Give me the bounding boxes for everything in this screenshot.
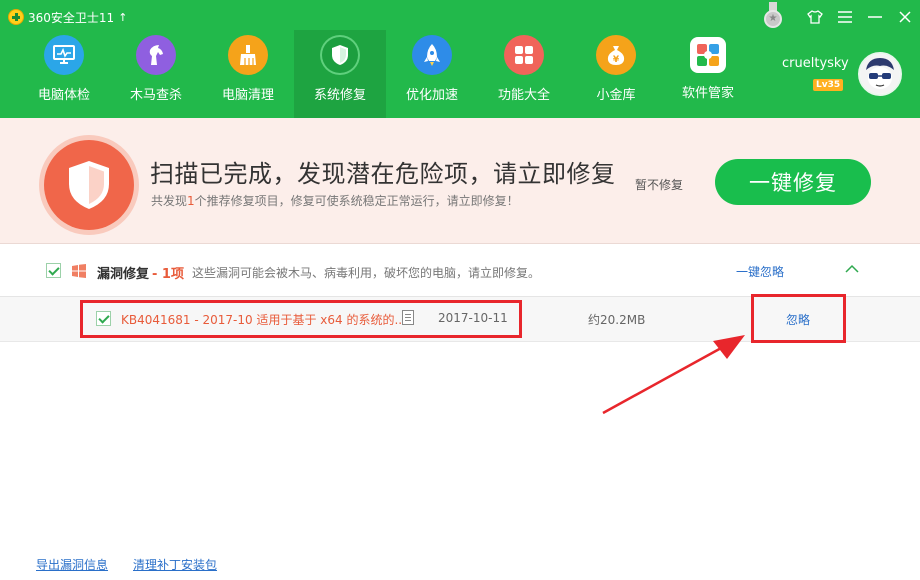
window-controls: ★ bbox=[762, 0, 920, 34]
chevron-up-icon[interactable] bbox=[843, 260, 861, 278]
patch-date: 2017-10-11 bbox=[438, 311, 508, 325]
section-checkbox[interactable] bbox=[46, 263, 61, 278]
nav-label: 优化加速 bbox=[405, 88, 458, 103]
nav-label: 软件管家 bbox=[681, 86, 734, 101]
nav-item-trojan[interactable]: 木马查杀 bbox=[110, 30, 202, 118]
horse-icon bbox=[136, 35, 176, 75]
shield-icon bbox=[320, 35, 360, 75]
user-name[interactable]: crueltysky bbox=[782, 56, 849, 71]
grid-icon bbox=[504, 35, 544, 75]
rocket-icon bbox=[412, 35, 452, 75]
close-icon[interactable] bbox=[890, 0, 920, 34]
nav-item-system-repair[interactable]: 系统修复 bbox=[294, 30, 386, 118]
vulnerability-section-header: 漏洞修复 - 1项 这些漏洞可能会被木马、病毒利用，破坏您的电脑，请立即修复。 … bbox=[0, 245, 920, 297]
nav-item-cleanup[interactable]: 电脑清理 bbox=[202, 30, 294, 118]
nav-label: 木马查杀 bbox=[129, 88, 182, 103]
one-click-repair-button[interactable]: 一键修复 bbox=[715, 159, 871, 205]
nav-label: 系统修复 bbox=[313, 88, 366, 103]
svg-text:¥: ¥ bbox=[613, 55, 620, 65]
clean-patch-packages-link[interactable]: 清理补丁安装包 bbox=[133, 556, 217, 573]
monitor-icon bbox=[44, 35, 84, 75]
menu-icon[interactable] bbox=[830, 0, 860, 34]
patch-name[interactable]: KB4041681 - 2017-10 适用于基于 x64 的系统的... bbox=[121, 311, 406, 328]
scan-result-banner: 扫描已完成，发现潜在危险项，请立即修复 共发现1个推荐修复项目，修复可使系统稳定… bbox=[0, 118, 920, 244]
nav-label: 功能大全 bbox=[497, 88, 550, 103]
nav-item-features[interactable]: 功能大全 bbox=[478, 30, 570, 118]
app-title-area: 360安全卫士11 ↑ bbox=[8, 9, 127, 25]
issue-count: 1 bbox=[187, 194, 195, 208]
nav-item-software[interactable]: 软件管家 bbox=[662, 30, 754, 118]
upgrade-arrow-icon[interactable]: ↑ bbox=[118, 11, 127, 24]
warning-shield-icon bbox=[44, 140, 134, 230]
banner-subtitle: 共发现1个推荐修复项目，修复可使系统稳定正常运行，请立即修复！ bbox=[151, 194, 519, 208]
main-nav: 电脑体检 木马查杀 电脑清理 系统修复 优化加速 功能大全 ¥ 小金库 软件管家 bbox=[18, 30, 754, 118]
header-bar: 360安全卫士11 ↑ ★ 电脑体检 木马查杀 电脑清理 系统修复 优化加速 功… bbox=[0, 0, 920, 118]
export-vulnerability-link[interactable]: 导出漏洞信息 bbox=[36, 556, 108, 573]
level-badge: Lv35 bbox=[813, 79, 844, 91]
minimize-icon[interactable] bbox=[860, 0, 890, 34]
nav-item-checkup[interactable]: 电脑体检 bbox=[18, 30, 110, 118]
skin-shirt-icon[interactable] bbox=[800, 0, 830, 34]
annotation-arrow bbox=[602, 335, 745, 415]
document-icon[interactable] bbox=[402, 310, 414, 325]
app-logo-icon bbox=[8, 9, 24, 25]
skip-repair-link[interactable]: 暂不修复 bbox=[635, 176, 683, 193]
nav-label: 电脑体检 bbox=[37, 88, 90, 103]
nav-item-speedup[interactable]: 优化加速 bbox=[386, 30, 478, 118]
patch-row[interactable]: KB4041681 - 2017-10 适用于基于 x64 的系统的... 20… bbox=[0, 294, 920, 343]
software-icon bbox=[690, 37, 726, 73]
windows-icon bbox=[71, 263, 87, 279]
banner-title: 扫描已完成，发现潜在危险项，请立即修复 bbox=[150, 160, 616, 188]
section-count: - 1项 bbox=[152, 267, 184, 282]
nav-label: 电脑清理 bbox=[221, 88, 274, 103]
ignore-link[interactable]: 忽略 bbox=[786, 311, 810, 328]
avatar[interactable] bbox=[858, 52, 902, 96]
section-description: 这些漏洞可能会被木马、病毒利用，破坏您的电脑，请立即修复。 bbox=[192, 266, 541, 280]
section-title: 漏洞修复 bbox=[97, 267, 150, 282]
patch-checkbox[interactable] bbox=[96, 311, 111, 326]
broom-icon bbox=[228, 35, 268, 75]
ignore-all-link[interactable]: 一键忽略 bbox=[736, 263, 784, 280]
app-title: 360安全卫士11 bbox=[28, 10, 115, 25]
money-bag-icon: ¥ bbox=[596, 35, 636, 75]
medal-icon[interactable]: ★ bbox=[762, 2, 784, 32]
nav-item-vault[interactable]: ¥ 小金库 bbox=[570, 30, 662, 118]
nav-label: 小金库 bbox=[596, 88, 636, 103]
